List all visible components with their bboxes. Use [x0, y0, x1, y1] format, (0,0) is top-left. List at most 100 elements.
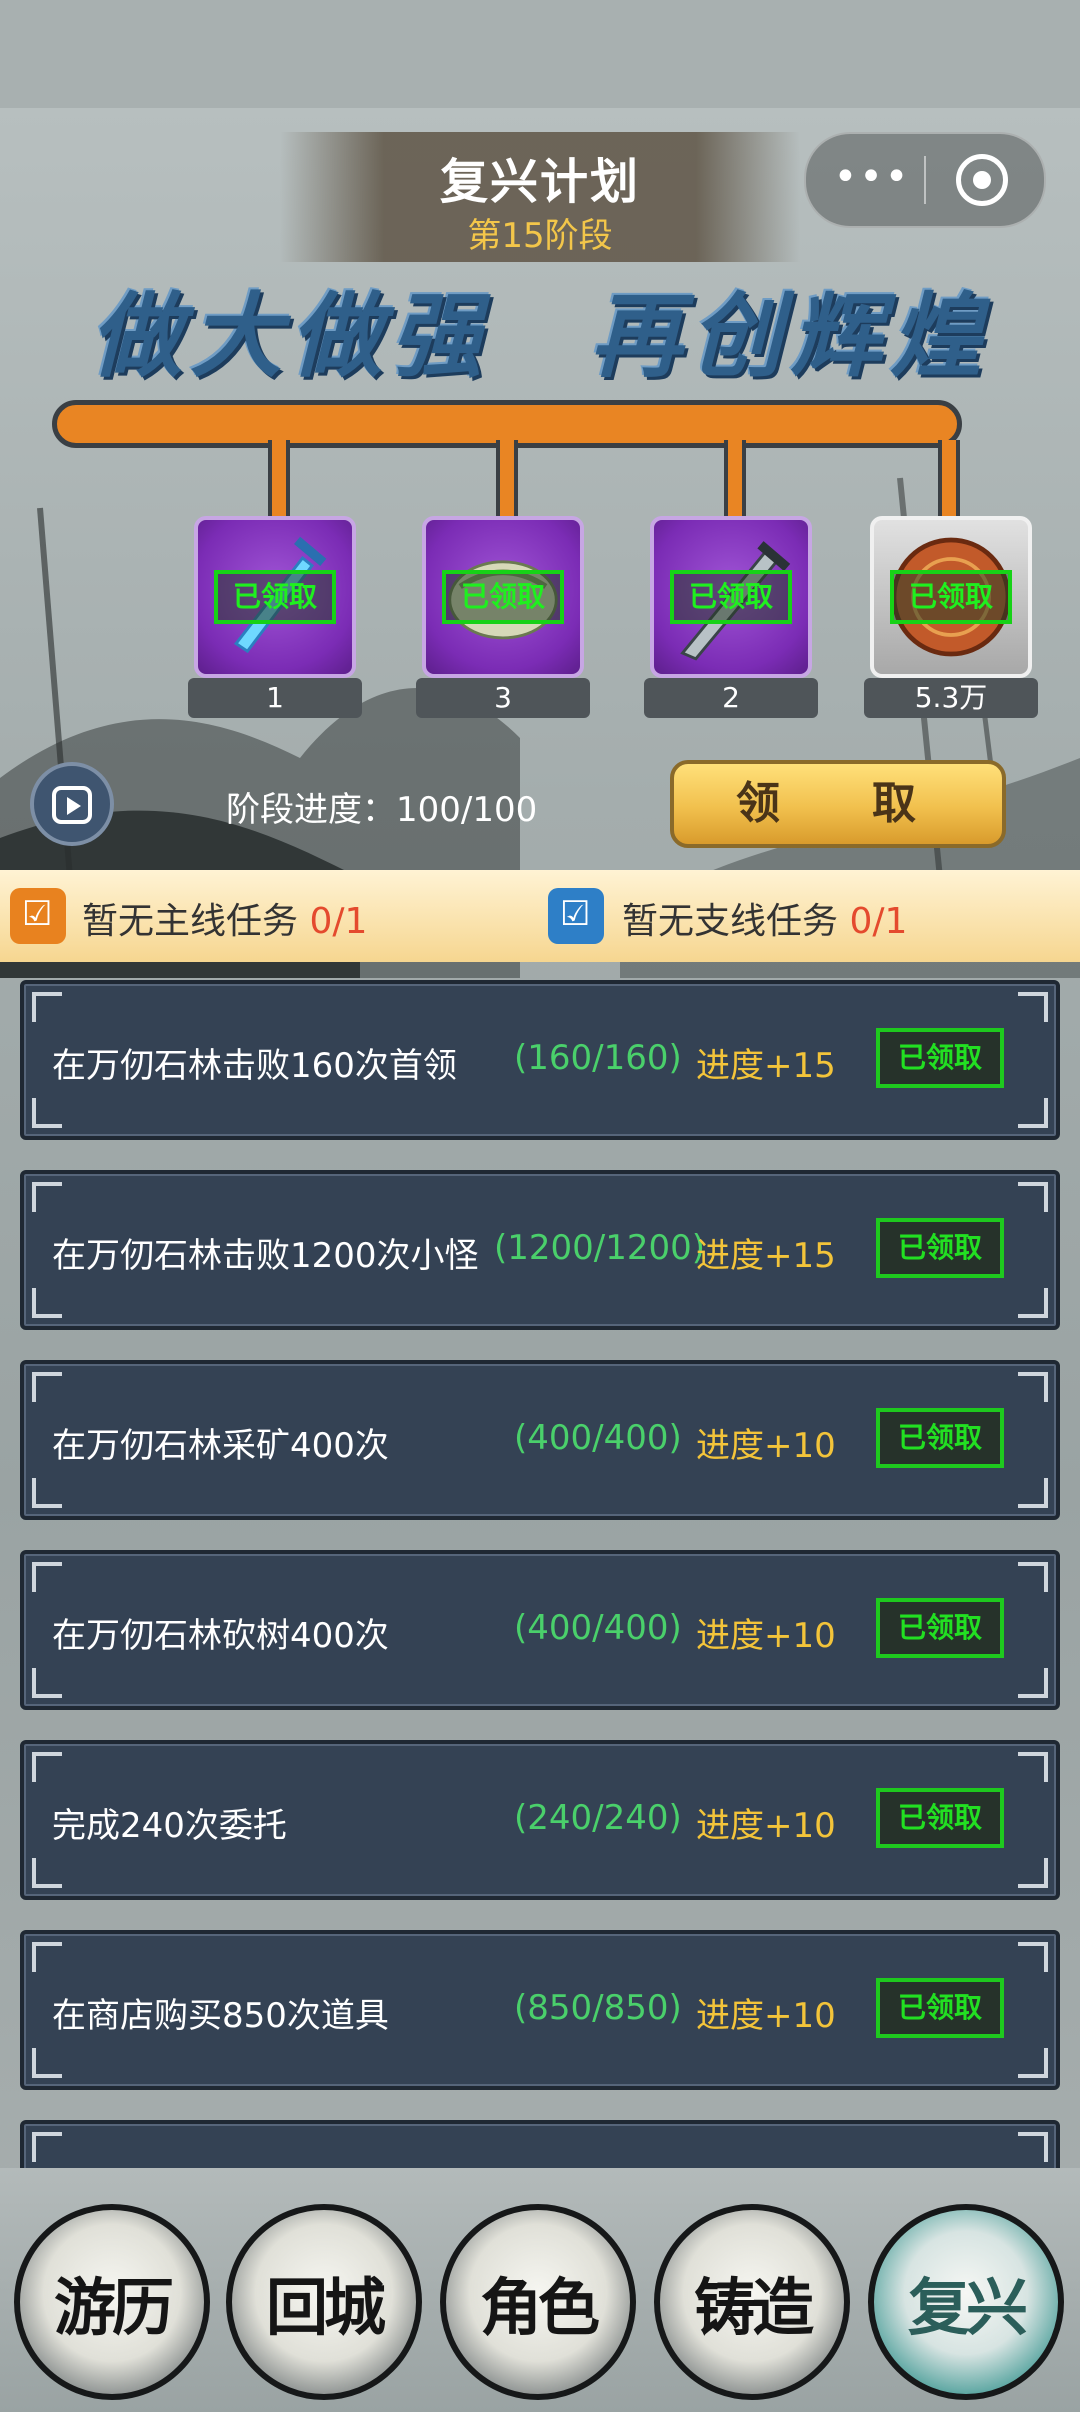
nav-label: 游历	[53, 2271, 174, 2344]
main-task-label: 暂无主线任务	[82, 901, 310, 942]
task-reward: 进度+10	[696, 1996, 836, 2036]
frame-corner	[1018, 2132, 1048, 2162]
main-task-icon: ☑	[10, 888, 66, 944]
frame-corner	[1018, 1478, 1048, 1508]
task-reward: 进度+15	[696, 1236, 836, 1276]
frame-corner	[32, 992, 62, 1022]
frame-corner	[1018, 1752, 1048, 1782]
task-reward: 进度+10	[696, 1616, 836, 1656]
reward-slot-sword[interactable]: 已领取	[194, 516, 356, 678]
nav-travel[interactable]: 游历	[14, 2204, 210, 2400]
more-icon[interactable]: •••	[824, 152, 920, 208]
task-claimed-badge[interactable]: 已领取	[876, 1408, 1004, 1468]
frame-corner	[32, 1668, 62, 1698]
frame-corner	[32, 1752, 62, 1782]
stage-label: 第15阶段	[467, 216, 613, 256]
frame-corner	[32, 1182, 62, 1212]
frame-corner	[1018, 1182, 1048, 1212]
reward-slot-coin[interactable]: 已领取	[870, 516, 1032, 678]
task-reward: 进度+10	[696, 1426, 836, 1466]
video-icon	[52, 786, 92, 824]
claimed-badge: 已领取	[670, 570, 792, 624]
task-name: 在商店购买850次道具	[52, 1996, 389, 2036]
task-row: 完成240次委托 (240/240) 进度+10 已领取	[20, 1740, 1060, 1900]
nav-revival[interactable]: 复兴	[868, 2204, 1064, 2400]
frame-corner	[1018, 1942, 1048, 1972]
task-claimed-badge[interactable]: 已领取	[876, 1218, 1004, 1278]
task-claimed-badge[interactable]: 已领取	[876, 1978, 1004, 2038]
stage-progress: 阶段进度：100/100	[226, 790, 538, 830]
claimed-badge: 已领取	[890, 570, 1012, 624]
frame-corner	[32, 1478, 62, 1508]
task-claimed-badge[interactable]: 已领取	[876, 1788, 1004, 1848]
reward-count: 2	[644, 678, 818, 718]
status-bar	[0, 0, 1080, 108]
title-plate: 复兴计划 第15阶段	[280, 132, 800, 262]
reward-count: 1	[188, 678, 362, 718]
claimed-badge: 已领取	[442, 570, 564, 624]
task-count: (400/400)	[514, 1418, 682, 1458]
nav-label: 复兴	[907, 2271, 1028, 2344]
side-task-tab[interactable]: 暂无支线任务 0/1	[622, 892, 907, 944]
reward-count: 5.3万	[864, 678, 1038, 718]
side-task-label: 暂无支线任务	[622, 901, 850, 942]
frame-corner	[32, 1858, 62, 1888]
task-count: (1200/1200)	[494, 1228, 706, 1268]
claim-button[interactable]: 领 取	[670, 760, 1006, 848]
slogan: 做大做强 再创辉煌	[89, 282, 990, 390]
task-row: 在万仞石林砍树400次 (400/400) 进度+10 已领取	[20, 1550, 1060, 1710]
miniprogram-capsule: •••	[804, 132, 1046, 228]
nav-forge[interactable]: 铸造	[654, 2204, 850, 2400]
task-name: 在万仞石林击败1200次小怪	[52, 1236, 479, 1276]
track-connector	[268, 440, 290, 518]
page-title: 复兴计划	[439, 154, 640, 210]
frame-corner	[32, 1098, 62, 1128]
frame-corner	[1018, 1372, 1048, 1402]
task-reward: 进度+10	[696, 1806, 836, 1846]
task-type-bar: ☑ 暂无主线任务 0/1 ☑ 暂无支线任务 0/1	[0, 870, 1080, 962]
frame-corner	[32, 1288, 62, 1318]
task-claimed-badge[interactable]: 已领取	[876, 1028, 1004, 1088]
nav-character[interactable]: 角色	[440, 2204, 636, 2400]
video-button[interactable]	[30, 762, 114, 846]
nav-label: 铸造	[693, 2271, 814, 2344]
task-name: 完成240次委托	[52, 1806, 287, 1846]
task-name: 在万仞石林击败160次首领	[52, 1046, 457, 1086]
task-name: 在万仞石林砍树400次	[52, 1616, 389, 1656]
task-row: 在万仞石林击败1200次小怪 (1200/1200) 进度+15 已领取	[20, 1170, 1060, 1330]
task-claimed-badge[interactable]: 已领取	[876, 1598, 1004, 1658]
track-connector	[938, 440, 960, 518]
main-task-tab[interactable]: 暂无主线任务 0/1	[82, 892, 367, 944]
main-task-count: 0/1	[309, 901, 368, 942]
side-task-count: 0/1	[849, 901, 908, 942]
frame-corner	[32, 2132, 62, 2162]
frame-corner	[32, 1562, 62, 1592]
reward-slot-dagger[interactable]: 已领取	[650, 516, 812, 678]
nav-label: 回城	[265, 2271, 386, 2344]
frame-corner	[1018, 1668, 1048, 1698]
task-name: 在万仞石林采矿400次	[52, 1426, 389, 1466]
task-count: (240/240)	[514, 1798, 682, 1838]
nav-return-city[interactable]: 回城	[226, 2204, 422, 2400]
frame-corner	[1018, 2048, 1048, 2078]
task-count: (160/160)	[514, 1038, 682, 1078]
frame-corner	[1018, 1098, 1048, 1128]
side-task-icon: ☑	[548, 888, 604, 944]
reward-count: 3	[416, 678, 590, 718]
frame-corner	[32, 2048, 62, 2078]
nav-label: 角色	[479, 2271, 600, 2344]
task-reward: 进度+15	[696, 1046, 836, 1086]
task-count: (400/400)	[514, 1608, 682, 1648]
frame-corner	[1018, 1858, 1048, 1888]
frame-corner	[1018, 992, 1048, 1022]
frame-corner	[32, 1372, 62, 1402]
track-connector	[724, 440, 746, 518]
task-count: (850/850)	[514, 1988, 682, 2028]
track-connector	[496, 440, 518, 518]
frame-corner	[1018, 1288, 1048, 1318]
reward-slot-scroll[interactable]: 已领取	[422, 516, 584, 678]
task-row: 在商店购买850次道具 (850/850) 进度+10 已领取	[20, 1930, 1060, 2090]
claimed-badge: 已领取	[214, 570, 336, 624]
task-row: 在万仞石林击败160次首领 (160/160) 进度+15 已领取	[20, 980, 1060, 1140]
close-target-icon[interactable]	[956, 154, 1008, 206]
